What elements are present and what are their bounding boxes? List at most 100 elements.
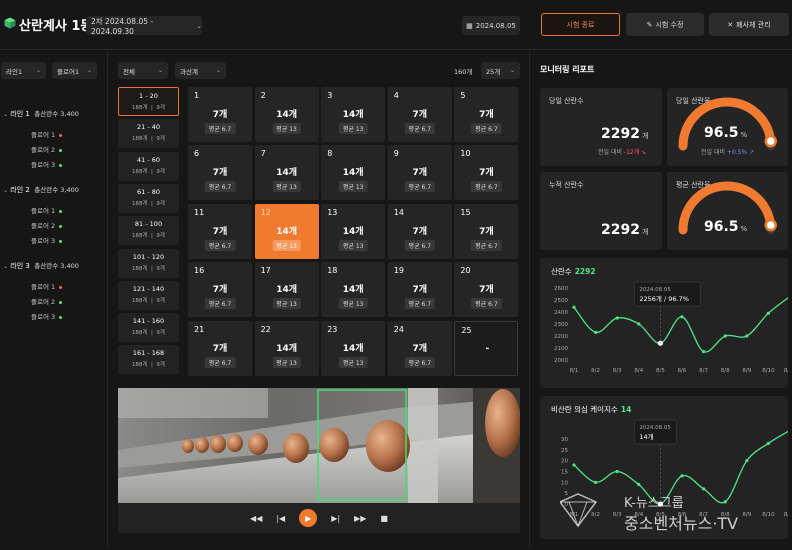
line-name: 라인 3 [10,262,30,270]
range-item[interactable]: 121 - 140 188개 | 9개 [118,280,179,310]
fast-forward-icon[interactable]: ▶▶ [354,514,366,523]
cage-cell[interactable]: 14 7개 평균 6.7 [387,203,452,259]
cage-cell[interactable]: 20 7개 평균 6.7 [454,262,519,318]
sidebar-item-floor[interactable]: 플로어 3 [31,235,63,245]
range-item[interactable]: 101 - 120 188개 | 9개 [118,248,179,278]
cage-cell[interactable]: 10 7개 평균 6.7 [454,145,519,201]
cage-egg-count: 7개 [479,285,494,296]
range-item[interactable]: 1 - 20 188개 | 9개 [118,87,179,116]
data-point[interactable] [766,311,770,315]
all-select[interactable]: 전체 ⌄ [118,62,168,79]
range-item[interactable]: 81 - 100 188개 | 9개 [118,216,179,246]
cage-cell[interactable]: 9 7개 평균 6.7 [387,145,452,201]
cage-cell[interactable]: 12 14개 평균 13 [254,203,319,259]
cage-cell[interactable]: 13 14개 평균 13 [321,203,386,259]
data-point[interactable] [615,316,619,320]
cage-cell[interactable]: 3 14개 평균 13 [321,87,386,142]
sidebar-item-floor[interactable]: 플로어 2 [31,296,63,306]
floor-label: 플로어 2 [31,146,56,154]
line-row[interactable]: ⌄ 라인 1 총산란수 3,400 [3,108,79,119]
cage-average: 평균 6.7 [471,181,502,193]
cage-number: 11 [194,207,205,217]
report-title: 모니터링 리포트 [540,65,595,74]
x-tick-label: 8/1 [570,368,579,374]
rewind-icon[interactable]: ◀◀ [250,514,262,523]
data-point[interactable] [766,441,770,445]
data-point[interactable] [702,350,706,354]
cage-cell[interactable]: 17 14개 평균 13 [254,262,319,318]
cage-cell[interactable]: 11 7개 평균 6.7 [188,203,252,259]
sidebar-item-floor[interactable]: 플로어 1 [31,129,63,139]
cage-cell[interactable]: 19 7개 평균 6.7 [387,262,452,318]
sidebar-item-floor[interactable]: 플로어 2 [31,220,63,230]
cage-number: 1 [194,91,200,100]
line-row[interactable]: ⌄ 라인 3 총산란수 3,400 [3,260,79,271]
data-point[interactable] [637,322,641,326]
sidebar-item-floor[interactable]: 플로어 2 [31,144,63,154]
carcass-manage-button[interactable]: ✕ 폐사체 관리 [709,13,789,36]
cage-cell[interactable]: 22 14개 평균 13 [254,320,319,376]
line-summary: 총산란수 3,400 [34,186,79,194]
trend-down-icon: ↘ [639,149,647,156]
skip-back-icon[interactable]: |◀ [276,514,285,523]
page-size-select[interactable]: 25개 ⌄ [481,62,520,79]
cage-cell[interactable]: 5 7개 평균 6.7 [454,87,519,142]
camera-feed [118,388,520,503]
cage-number: 12 [260,207,271,217]
play-button[interactable]: ▶ [299,509,318,527]
sidebar-item-floor[interactable]: 플로어 1 [31,205,63,215]
cage-cell[interactable]: 21 7개 평균 6.7 [188,320,252,376]
range-item[interactable]: 41 - 60 188개 | 9개 [118,151,179,181]
tooltip: 2024.08.052256개 / 96.7% [633,281,701,307]
line-select[interactable]: 라인1 ⌄ [1,62,46,79]
cage-cell[interactable]: 15 7개 평균 6.7 [454,203,519,259]
range-label: 161 - 168 [132,349,165,358]
range-item[interactable]: 21 - 40 188개 | 9개 [118,119,179,149]
data-point[interactable] [594,480,598,484]
data-point[interactable] [637,482,641,487]
cage-cell[interactable]: 16 7개 평균 6.7 [188,262,252,318]
daily-rate-delta: 전일 대비 +0.5% ↗ [701,147,754,156]
data-point[interactable] [594,330,598,334]
sidebar-item-floor[interactable]: 플로어 3 [31,311,63,321]
cage-cell[interactable]: 23 14개 평균 13 [321,320,386,376]
sidebar-item-floor[interactable]: 플로어 3 [31,159,63,169]
data-point[interactable] [745,334,749,338]
cage-cell[interactable]: 24 7개 평균 6.7 [387,320,452,376]
cage-cell[interactable]: 1 7개 평균 6.7 [188,87,252,142]
data-point[interactable] [572,305,576,309]
data-point[interactable] [745,459,749,463]
data-point[interactable] [572,463,576,467]
skip-forward-icon[interactable]: ▶| [331,514,340,523]
range-item[interactable]: 141 - 160 188개 | 9개 [118,313,179,343]
end-test-button[interactable]: 시험 종료 [541,13,620,36]
data-point[interactable] [680,315,684,319]
chevron-down-icon: ⌄ [86,67,92,74]
cage-cell[interactable]: 18 14개 평균 13 [321,262,386,318]
cage-cell[interactable]: 8 14개 평균 13 [321,145,386,201]
cage-cell[interactable]: 4 7개 평균 6.7 [387,87,452,142]
range-item[interactable]: 161 - 168 188개 | 9개 [118,345,179,375]
range-item[interactable]: 61 - 80 188개 | 9개 [118,183,179,213]
data-point[interactable] [680,474,684,478]
cage-cell[interactable]: 25 - [454,320,519,376]
line-name: 라인 2 [10,186,30,194]
date-picker-button[interactable]: ▦ 2024.08.05 [462,16,520,35]
line-row[interactable]: ⌄ 라인 2 총산란수 3,400 [3,184,79,195]
cage-number: 5 [460,91,466,100]
status-dot-icon [59,209,63,213]
edit-test-button[interactable]: ✎ 시험 수정 [626,13,704,36]
period-select[interactable]: 2차 2024.08.05 - 2024.09.30 ⌄ [86,16,202,36]
type-select[interactable]: 과산계 ⌄ [175,62,226,79]
egg-count-chart-card: 산란수 2292 2000 2100 2200 2300 2400 2500 2600 8/1 8… [540,258,788,388]
cage-cell[interactable]: 7 14개 평균 13 [254,145,319,201]
sidebar-item-floor[interactable]: 플로어 1 [31,281,63,291]
data-point[interactable] [723,334,727,338]
cage-cell[interactable]: 2 14개 평균 13 [254,87,319,142]
stop-icon[interactable]: ■ [380,514,388,523]
floor-select[interactable]: 플로어1 ⌄ [52,62,97,79]
status-dot-icon [59,148,63,152]
cage-cell[interactable]: 6 7개 평균 6.7 [188,145,252,201]
data-point[interactable] [615,469,619,474]
data-point[interactable] [657,340,663,346]
